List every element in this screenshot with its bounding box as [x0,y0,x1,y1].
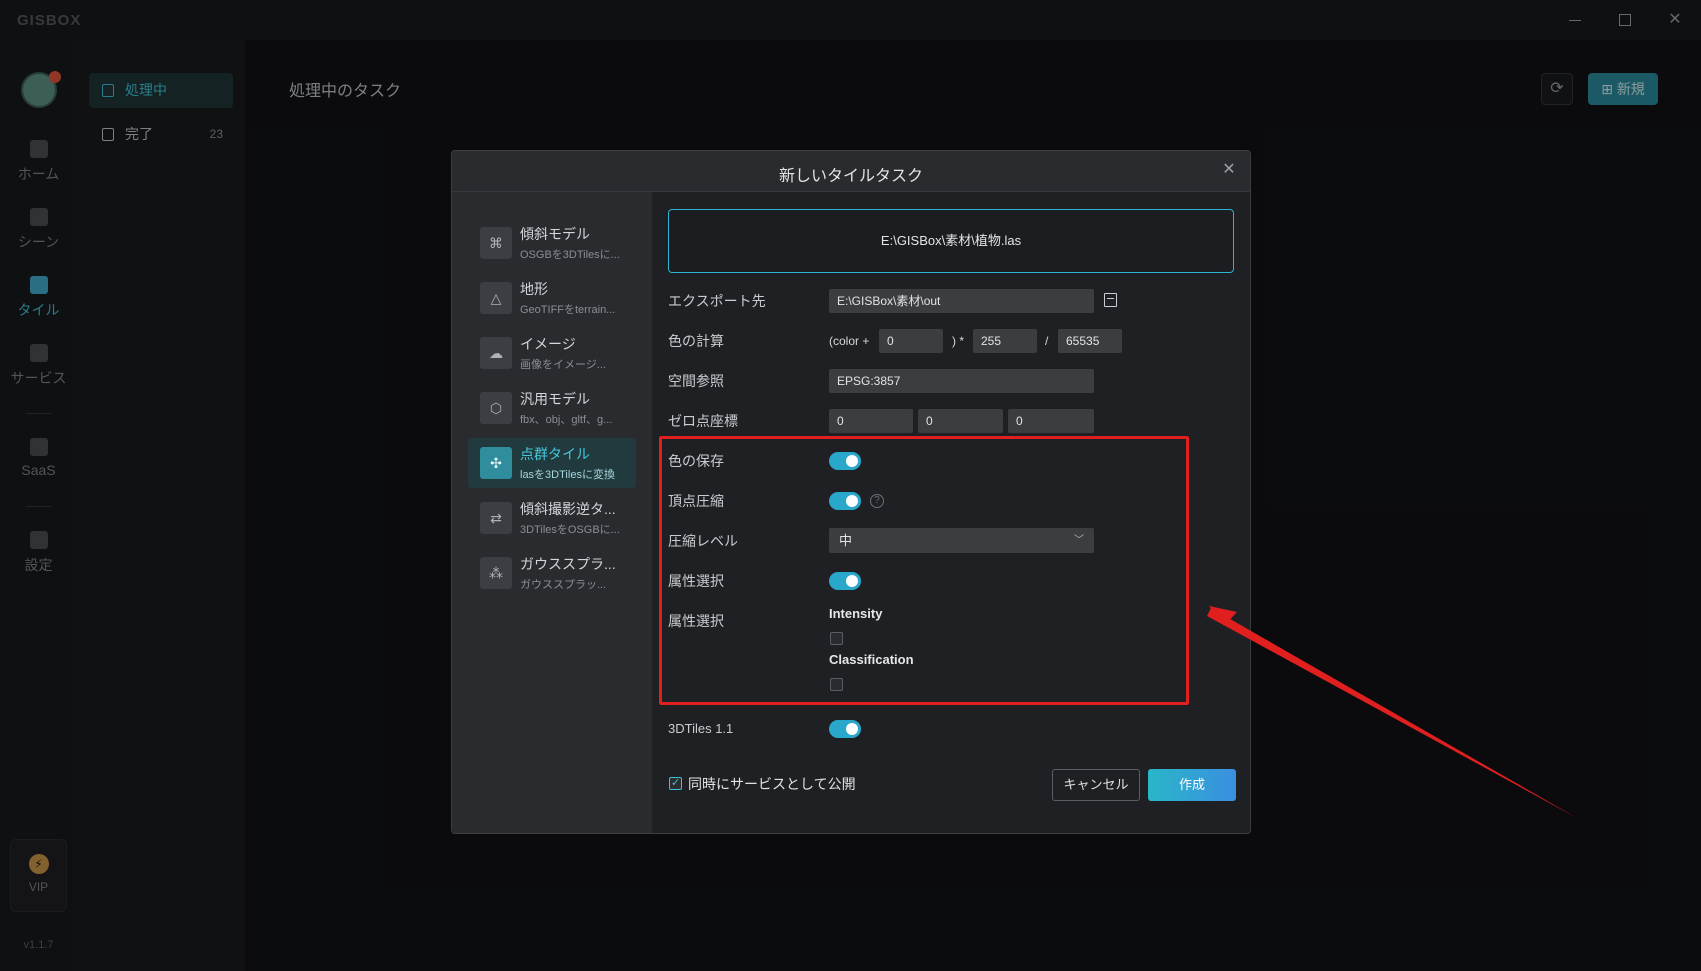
annotation-arrow [1207,606,1577,818]
